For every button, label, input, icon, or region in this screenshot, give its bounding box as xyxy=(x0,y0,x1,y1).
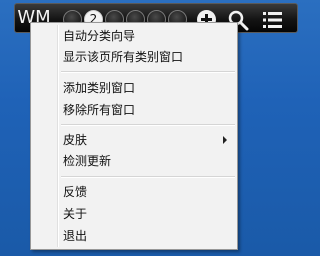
menu-item-exit[interactable]: 退出 xyxy=(33,226,235,246)
context-menu: 自动分类向导 显示该页所有类别窗口 添加类别窗口 移除所有窗口 皮肤 检测更新 … xyxy=(30,22,238,250)
menu-item-label: 退出 xyxy=(63,229,88,243)
list-icon[interactable] xyxy=(262,9,284,31)
menu-item-label: 反馈 xyxy=(63,185,88,199)
menu-item-label: 自动分类向导 xyxy=(63,29,136,43)
menu-item-remove-all-windows[interactable]: 移除所有窗口 xyxy=(33,100,235,120)
menu-separator xyxy=(61,176,235,178)
menu-item-label: 显示该页所有类别窗口 xyxy=(63,50,184,64)
menu-item-label: 移除所有窗口 xyxy=(63,103,136,117)
menu-separator xyxy=(61,124,235,126)
submenu-arrow-icon xyxy=(223,136,227,144)
menu-item-feedback[interactable]: 反馈 xyxy=(33,182,235,202)
menu-item-skin[interactable]: 皮肤 xyxy=(33,130,235,150)
menu-item-label: 检测更新 xyxy=(63,154,112,168)
menu-item-check-update[interactable]: 检测更新 xyxy=(33,151,235,171)
menu-item-label: 关于 xyxy=(63,207,88,221)
desktop: { "toolbar": { "logo_text": "WM", "slot_… xyxy=(0,0,320,256)
menu-item-label: 皮肤 xyxy=(63,133,88,147)
menu-item-auto-classify-wizard[interactable]: 自动分类向导 xyxy=(33,26,235,46)
menu-item-add-category-window[interactable]: 添加类别窗口 xyxy=(33,78,235,98)
menu-item-show-page-category-windows[interactable]: 显示该页所有类别窗口 xyxy=(33,47,235,67)
menu-separator xyxy=(61,71,235,73)
menu-item-about[interactable]: 关于 xyxy=(33,204,235,224)
menu-item-label: 添加类别窗口 xyxy=(63,81,136,95)
